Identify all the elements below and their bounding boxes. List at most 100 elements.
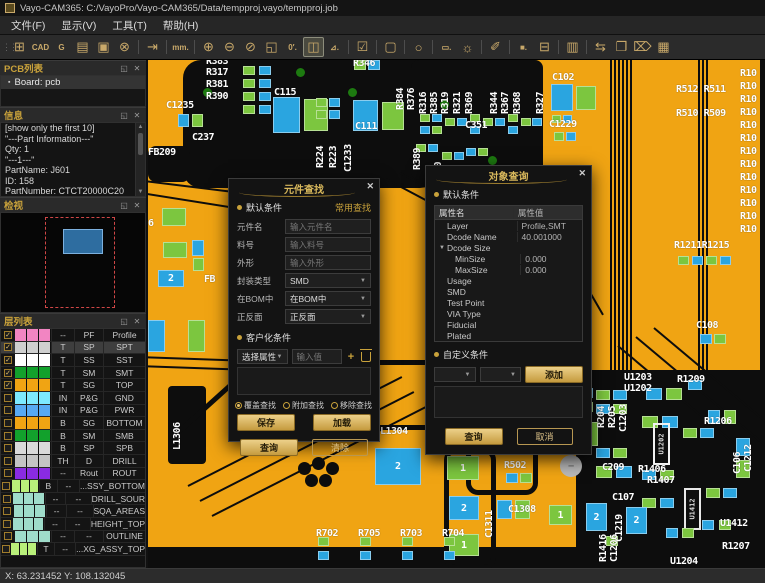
load-button[interactable]: 加载: [313, 414, 371, 431]
preview-viewport-rect[interactable]: [63, 229, 103, 254]
pcb-component[interactable]: 1: [447, 456, 479, 480]
pcb-component[interactable]: 2: [626, 507, 647, 534]
layer-row-profile[interactable]: ✓--PFProfile: [1, 329, 145, 342]
board-preview[interactable]: [0, 212, 146, 313]
new-board-icon[interactable]: ⊞: [9, 37, 30, 57]
save-button[interactable]: 保存: [237, 414, 295, 431]
delete-condition-icon[interactable]: [361, 352, 371, 362]
measure-unit-mm-icon[interactable]: mm.: [170, 37, 191, 57]
quick-find-link[interactable]: 常用查找: [335, 201, 371, 214]
layer-color-swatch[interactable]: [15, 531, 52, 543]
layer-visibility-checkbox[interactable]: ✓: [1, 342, 15, 354]
pcb-component[interactable]: [521, 118, 531, 126]
layer-color-swatch[interactable]: [15, 354, 52, 366]
pcb-component[interactable]: [192, 114, 203, 127]
pcb-component[interactable]: [259, 79, 271, 88]
attribute-row[interactable]: MinSize0.000: [435, 253, 582, 264]
pcb-component[interactable]: 1: [549, 505, 572, 525]
layer-row-outline[interactable]: ----OUTLINE: [1, 531, 145, 544]
pcb-component[interactable]: [666, 388, 682, 400]
pcb-component[interactable]: [506, 473, 518, 483]
menu-item-f[interactable]: 文件(F): [3, 16, 53, 35]
pcb-component[interactable]: [243, 92, 255, 101]
layer-color-swatch[interactable]: [15, 455, 52, 467]
pcb-component[interactable]: [148, 320, 165, 352]
layer-row-xgassytop[interactable]: T--...XG_ASSY_TOP: [1, 543, 145, 556]
dropdown-select[interactable]: 在BOM中▼: [285, 291, 371, 306]
pcb-component[interactable]: [478, 148, 488, 156]
layer-visibility-checkbox[interactable]: ✓: [1, 354, 15, 366]
fill-rect-icon[interactable]: ■.: [513, 37, 534, 57]
layer-row-rout[interactable]: --RoutROUT: [1, 468, 145, 481]
attribute-row[interactable]: Usage: [435, 275, 582, 286]
layer-row-drillsour[interactable]: ----DRILL_SOUR: [1, 493, 145, 506]
monitor-settings-icon[interactable]: ⊟: [534, 37, 555, 57]
layer-row-top[interactable]: ✓TSGTOP: [1, 379, 145, 392]
select-circle-icon[interactable]: ○: [408, 37, 429, 57]
close-icon[interactable]: ✕: [132, 64, 142, 73]
layer-row-sqaareas[interactable]: ----SQA_AREAS: [1, 505, 145, 518]
layer-row-spb[interactable]: BSPSPB: [1, 442, 145, 455]
grid-view-icon[interactable]: ▦: [653, 37, 674, 57]
draw-pen-icon[interactable]: ✐: [485, 37, 506, 57]
checkbox-icon[interactable]: [3, 507, 11, 515]
pcb-component[interactable]: [508, 126, 518, 134]
attribute-row[interactable]: LayerProfile,SMT: [435, 220, 582, 231]
checkbox-icon[interactable]: ✓: [4, 343, 12, 351]
copy-object-icon[interactable]: ❐: [611, 37, 632, 57]
pcb-component[interactable]: [488, 156, 497, 165]
measure-angle-icon[interactable]: ⊿.: [324, 37, 345, 57]
doc-search-icon[interactable]: ▥: [562, 37, 583, 57]
pcb-component[interactable]: [445, 118, 455, 126]
pcb-component[interactable]: [428, 144, 438, 152]
pcb-component[interactable]: [723, 488, 737, 498]
attribute-row[interactable]: ▼Dcode Size: [435, 242, 582, 253]
zoom-fit-icon[interactable]: ◱: [261, 37, 282, 57]
pcb-component[interactable]: [402, 551, 413, 560]
pcb-component[interactable]: [316, 110, 327, 119]
dialog-title-bar[interactable]: 元件查找 ✕: [229, 179, 379, 197]
radio-option[interactable]: 移除查找: [331, 400, 372, 411]
checkbox-icon[interactable]: [4, 532, 12, 540]
layer-color-swatch[interactable]: [15, 392, 52, 404]
layer-color-swatch[interactable]: [15, 468, 52, 480]
toolbar-grip[interactable]: ⋮⋮: [2, 44, 9, 50]
pcb-component[interactable]: [296, 68, 305, 77]
close-icon[interactable]: ✕: [366, 181, 374, 192]
dropdown-select[interactable]: 正反面▼: [285, 309, 371, 324]
dialog-title-bar[interactable]: 对象查询 ✕: [426, 166, 591, 184]
layer-color-swatch[interactable]: [15, 405, 52, 417]
attribute-row[interactable]: SMD: [435, 286, 582, 297]
zoom-window-icon[interactable]: ⊘: [240, 37, 261, 57]
pcb-component[interactable]: 2: [375, 448, 421, 485]
pcb-component[interactable]: [706, 488, 720, 498]
expand-icon[interactable]: ▼: [439, 245, 445, 251]
attribute-row[interactable]: MaxSize0.000: [435, 264, 582, 275]
checkbox-icon[interactable]: [3, 520, 11, 528]
menu-item-h[interactable]: 帮助(H): [155, 16, 207, 35]
pcb-component[interactable]: [243, 105, 255, 114]
layer-color-swatch[interactable]: [15, 379, 52, 391]
pcb-component[interactable]: [259, 105, 271, 114]
menu-item-t[interactable]: 工具(T): [104, 16, 154, 35]
delete-object-icon[interactable]: ⌦: [632, 37, 653, 57]
attribute-row[interactable]: Test Point: [435, 297, 582, 308]
layer-visibility-checkbox[interactable]: [1, 442, 15, 454]
layer-visibility-checkbox[interactable]: [1, 480, 12, 492]
highlight-rect-icon[interactable]: ▭.: [436, 37, 457, 57]
pcb-component[interactable]: [678, 256, 689, 265]
pcb-component[interactable]: [259, 92, 271, 101]
import-cad-icon[interactable]: CAD: [30, 37, 51, 57]
layer-row-smt[interactable]: ✓TSMSMT: [1, 367, 145, 380]
value-input[interactable]: 输入值: [292, 349, 343, 364]
checkbox-icon[interactable]: [4, 419, 12, 427]
select-rect-icon[interactable]: ▢: [380, 37, 401, 57]
scroll-down-icon[interactable]: ▼: [138, 188, 144, 196]
dropdown-select[interactable]: SMD▼: [285, 273, 371, 288]
pcb-component[interactable]: 2: [586, 503, 607, 531]
dialog-object-query[interactable]: 对象查询 ✕ 默认条件 属性名 属性值 LayerProfile,SMTDcod…: [425, 165, 592, 455]
pcb-component[interactable]: [596, 390, 610, 400]
checkbox-icon[interactable]: [3, 495, 11, 503]
custom-conditions-list[interactable]: [237, 367, 371, 395]
layer-row-spt[interactable]: ✓TSPSPT: [1, 342, 145, 355]
